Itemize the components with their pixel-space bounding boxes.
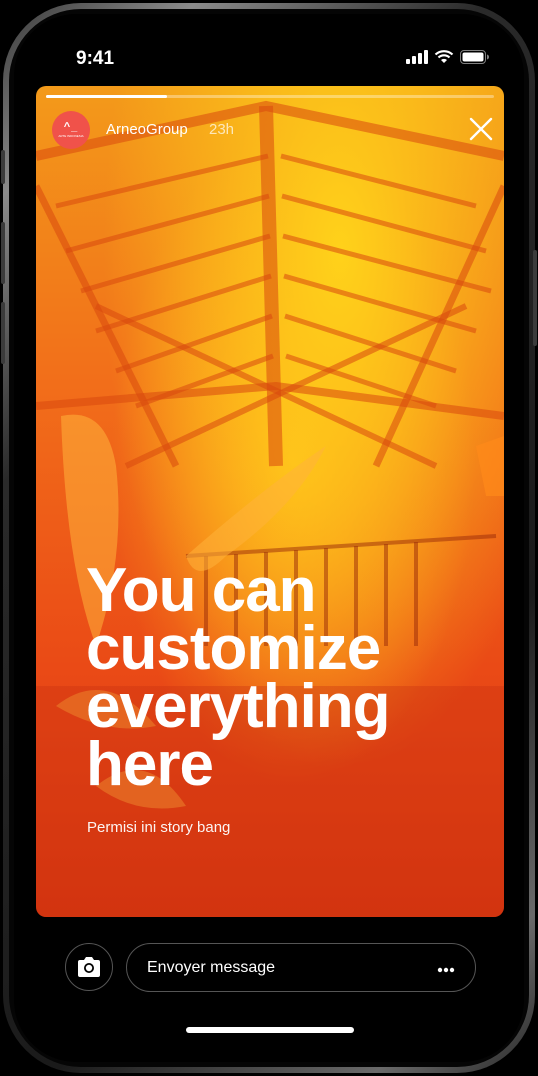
camera-button[interactable]	[65, 943, 113, 991]
side-button-power	[533, 250, 537, 346]
story-time-ago: 23h	[209, 121, 235, 138]
message-input[interactable]: Envoyer message	[126, 943, 476, 992]
more-dots-icon[interactable]	[437, 962, 455, 973]
side-button-volume-down	[1, 302, 5, 364]
story-progress-fill	[46, 95, 167, 98]
avatar-logo-subtitle: ARTE INDONESIA	[58, 134, 84, 138]
story-username[interactable]: ArneoGroup	[106, 121, 188, 138]
close-button[interactable]	[468, 116, 494, 142]
side-button-volume-up	[1, 222, 5, 284]
story-progress-bar	[46, 95, 494, 98]
message-placeholder: Envoyer message	[147, 958, 276, 976]
battery-icon	[460, 50, 489, 64]
side-button-mute	[1, 150, 5, 184]
status-time: 9:41	[76, 48, 115, 69]
avatar[interactable]: ^_ ARTE INDONESIA	[52, 111, 90, 149]
story-card[interactable]: ^_ ARTE INDONESIA ArneoGroup 23h You can…	[36, 86, 504, 917]
wifi-icon	[434, 50, 454, 63]
story-headline: You can customize everything here	[86, 556, 391, 799]
signal-icon	[406, 50, 428, 64]
close-icon	[469, 117, 493, 141]
home-indicator[interactable]	[186, 1027, 354, 1033]
avatar-logo-mark: ^_	[63, 121, 79, 133]
camera-icon	[78, 957, 100, 977]
status-icons	[406, 50, 490, 64]
screen: 9:41 ^_ ARTE INDONESIA ArneoGroup 23h Yo…	[14, 14, 524, 1062]
story-caption: Permisi ini story bang	[87, 819, 231, 836]
